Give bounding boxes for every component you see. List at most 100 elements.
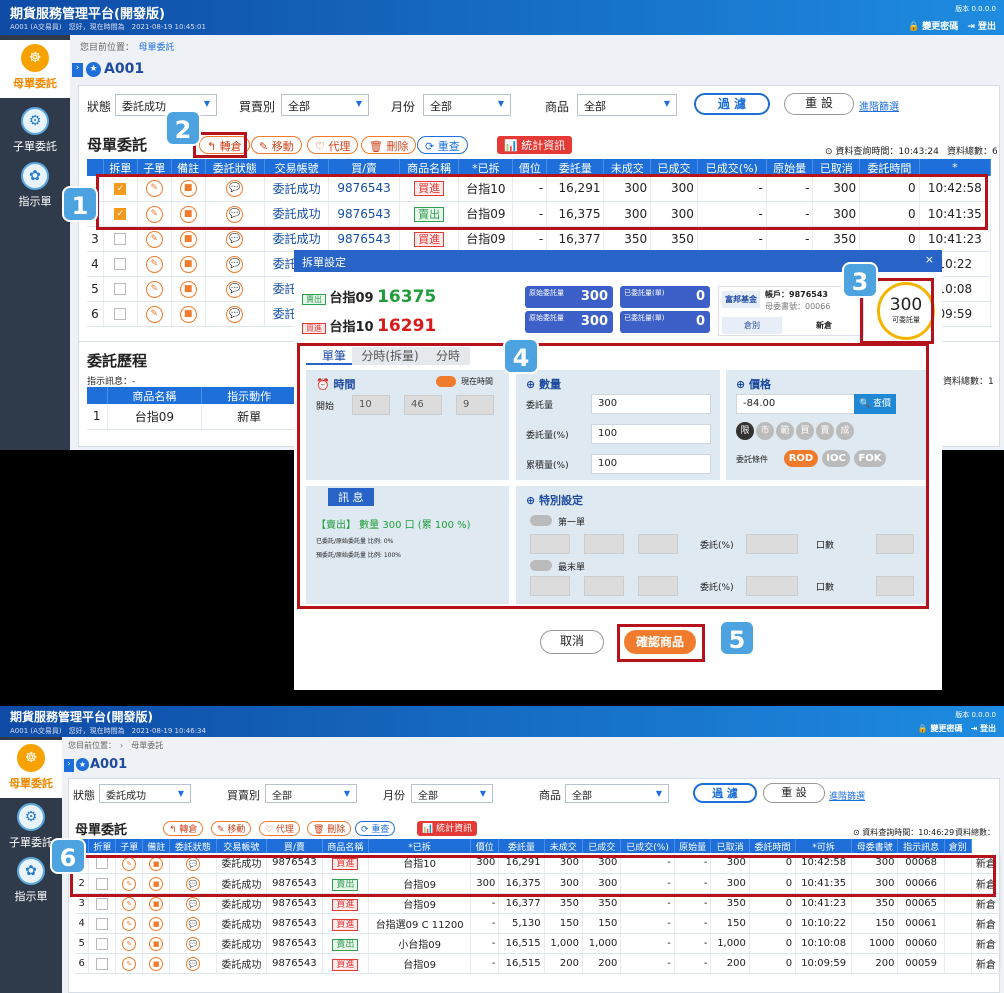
cell-prod: 小台指09 — [368, 933, 472, 954]
comment-icon[interactable]: 💬 — [185, 957, 200, 971]
edit-icon[interactable]: ✎ — [122, 957, 137, 971]
edit-icon[interactable]: ✎ — [145, 230, 163, 248]
reload-button[interactable]: ⟳ 重查 — [417, 136, 468, 154]
change-password-link[interactable]: 🔒 變更密碼 — [908, 22, 958, 32]
edit-icon[interactable]: ✎ — [145, 305, 163, 323]
comment-icon[interactable]: 💬 — [226, 255, 244, 273]
reload-button-2[interactable]: ⟳ 重查 — [355, 821, 396, 836]
edit-icon[interactable]: ✎ — [122, 937, 137, 951]
row-checkbox[interactable] — [114, 308, 127, 320]
edit-icon[interactable]: ✎ — [145, 280, 163, 298]
delete-button-2[interactable]: 🗑 刪除 — [307, 821, 352, 836]
sidebar-item-child-order[interactable]: ⚙ 子單委託 — [0, 103, 70, 161]
transfer-button-2[interactable]: ↰ 轉倉 — [163, 821, 204, 836]
logout-link-2[interactable]: ⇥ 登出 — [971, 724, 997, 733]
cell-kind: 新倉 — [971, 933, 1002, 954]
move-button-2[interactable]: ✎ 移動 — [211, 821, 252, 836]
filter-button-2[interactable]: 過 濾 — [693, 783, 757, 803]
row-checkbox[interactable] — [96, 897, 109, 910]
stats-button-2[interactable]: 📊 統計資訊 — [417, 821, 478, 836]
advanced-filter-link[interactable]: 進階篩選 — [859, 98, 899, 113]
row-checkbox[interactable] — [96, 957, 109, 970]
product-select-2[interactable]: 全部 — [565, 784, 669, 803]
edit-icon[interactable]: ✎ — [145, 255, 163, 273]
done-qty-box-1: 已委託量(單) 0 — [620, 286, 710, 308]
delete-button[interactable]: 🗑 刪除 — [361, 136, 417, 154]
comment-icon[interactable]: 💬 — [226, 305, 244, 323]
change-password-link-2[interactable]: 🔒 變更密碼 — [918, 724, 963, 733]
side-select-2[interactable]: 全部 — [265, 784, 357, 803]
stop-icon[interactable]: ■ — [149, 937, 164, 951]
row-checkbox[interactable] — [114, 258, 127, 270]
column-header: 折單 — [88, 839, 117, 853]
row-checkbox-cell — [88, 933, 117, 954]
history-row[interactable]: 1 台指09 新單 — [87, 404, 297, 430]
comment-icon[interactable]: 💬 — [185, 897, 200, 911]
logout-link[interactable]: ⇥ 登出 — [967, 22, 996, 32]
comment-icon[interactable]: 💬 — [226, 280, 244, 298]
stop-icon[interactable]: ■ — [149, 917, 164, 931]
cell-split: - — [470, 933, 500, 954]
agent-button[interactable]: ♡ 代理 — [307, 136, 359, 154]
close-icon[interactable]: × — [925, 253, 934, 266]
side-select[interactable]: 全部 — [281, 94, 369, 116]
side-badge: 買進 — [332, 918, 359, 931]
stop-icon[interactable]: ■ — [179, 230, 197, 248]
highlight-confirm — [617, 624, 705, 662]
row-number: 6 — [87, 301, 104, 327]
cell-acct: 9876543 — [266, 953, 323, 974]
stop-icon[interactable]: ■ — [179, 280, 197, 298]
reset-button-2[interactable]: 重 設 — [763, 783, 825, 803]
row-checkbox[interactable] — [114, 233, 127, 245]
cell-acct: 9876543 — [266, 913, 323, 934]
cancel-button[interactable]: 取消 — [540, 630, 604, 654]
comment-icon[interactable]: 💬 — [226, 230, 244, 248]
sidebar-item-instruction[interactable]: ✿ 指示單 — [0, 158, 70, 216]
step-badge-3: 3 — [842, 262, 878, 298]
table-row[interactable]: 4 ✎ ■ 💬 委託成功 9876543 買進 台指選09 C 11200-5,130 150 1… — [75, 913, 1002, 934]
column-header: 已成交(%) — [620, 839, 675, 853]
move-button[interactable]: ✎ 移動 — [251, 136, 302, 154]
row-checkbox[interactable] — [96, 937, 109, 950]
kind-value: 新倉 — [816, 321, 832, 330]
advanced-filter-link-2[interactable]: 進階篩選 — [829, 789, 865, 802]
cell-side: 買進 — [322, 913, 370, 934]
month-select-2[interactable]: 全部 — [411, 784, 493, 803]
column-header: 商品名稱 — [322, 839, 370, 853]
history-info: 指示訊息：- — [87, 377, 136, 387]
filter-button[interactable]: 過 濾 — [694, 93, 770, 115]
table-row[interactable]: 5 ✎ ■ 💬 委託成功 9876543 賣出 小台指09-16,515 1,000 1,000-… — [75, 933, 1002, 954]
sell-tag: 賣出 — [302, 294, 326, 305]
cell-msg — [944, 933, 972, 954]
edit-icon[interactable]: ✎ — [122, 917, 137, 931]
row-checkbox[interactable] — [96, 917, 109, 930]
row-checkbox[interactable] — [114, 283, 127, 295]
month-select[interactable]: 全部 — [423, 94, 511, 116]
stop-icon[interactable]: ■ — [149, 957, 164, 971]
step-badge-1: 1 — [62, 186, 98, 222]
stop-icon[interactable]: ■ — [179, 305, 197, 323]
stop-icon[interactable]: ■ — [149, 897, 164, 911]
cell-time: 10:10:22 — [795, 913, 853, 934]
stats-button[interactable]: 📊 統計資訊 — [497, 136, 573, 154]
product-select[interactable]: 全部 — [577, 94, 677, 116]
expand-icon-2[interactable]: › — [64, 759, 74, 772]
highlight-transfer — [193, 132, 247, 158]
reset-button[interactable]: 重 設 — [784, 93, 854, 115]
cell-qty: 1,000 — [544, 933, 584, 954]
dialog-title: 拆單設定 — [302, 256, 346, 269]
sidebar-item-parent-order[interactable]: ☸ 母單委託 — [0, 40, 70, 98]
comment-icon[interactable]: 💬 — [185, 937, 200, 951]
expand-icon[interactable]: › — [72, 63, 83, 77]
status-select-2[interactable]: 委託成功 — [99, 784, 191, 803]
stop-icon[interactable]: ■ — [179, 255, 197, 273]
edit-icon[interactable]: ✎ — [122, 897, 137, 911]
table-row[interactable]: 6 ✎ ■ 💬 委託成功 9876543 買進 台指09-16,515 200 200- -200 0… — [75, 953, 1002, 974]
comment-icon[interactable]: 💬 — [185, 917, 200, 931]
status-label: 狀態 — [87, 100, 112, 114]
product-label-2: 商品 — [539, 789, 561, 802]
side-badge: 買進 — [332, 958, 359, 971]
sidebar-item-parent-order-2[interactable]: ☸ 母單委託 — [0, 740, 62, 798]
agent-button-2[interactable]: ♡ 代理 — [259, 821, 300, 836]
breadcrumb-current[interactable]: 母單委託 — [139, 43, 175, 53]
